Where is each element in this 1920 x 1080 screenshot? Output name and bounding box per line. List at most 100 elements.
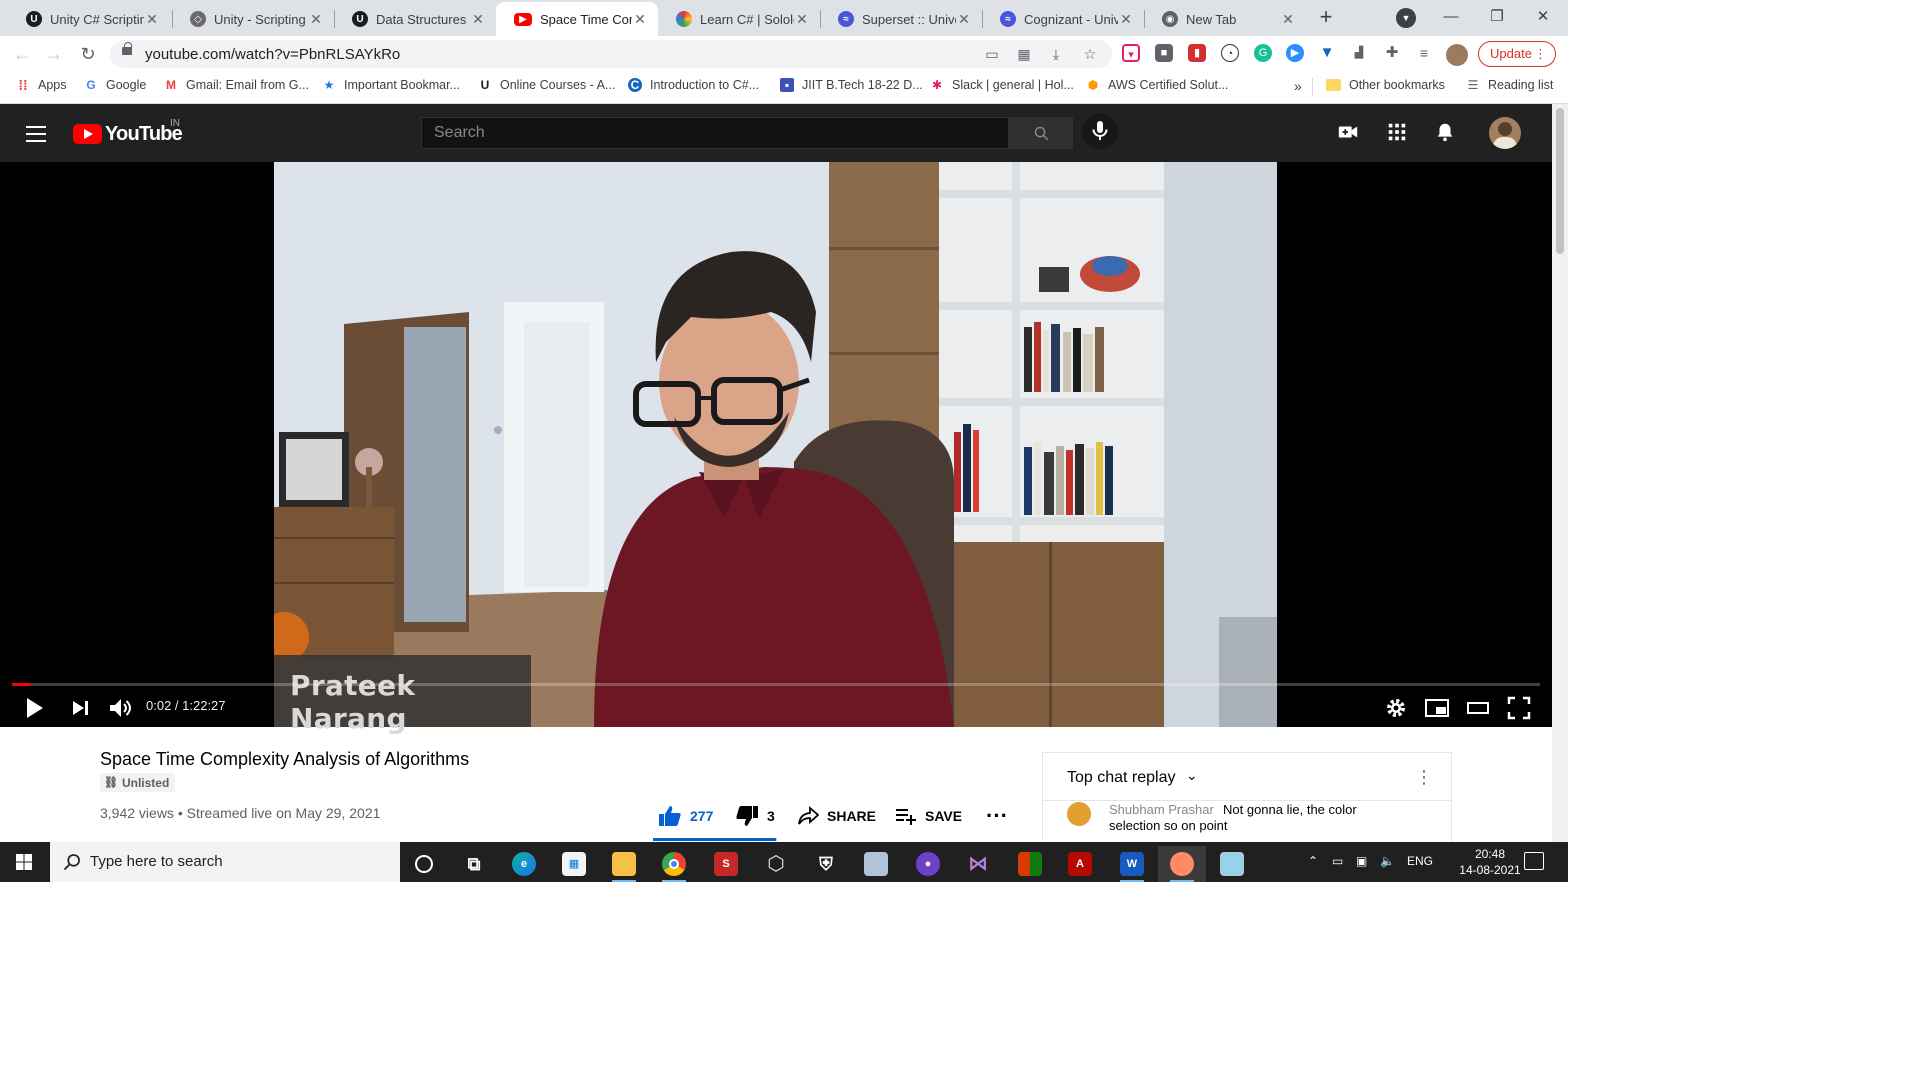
install-icon[interactable]: ⤓ <box>1048 46 1064 62</box>
taskbar-app-red[interactable]: S <box>702 846 750 882</box>
lock-icon[interactable] <box>122 42 132 55</box>
taskbar-visual-studio[interactable]: ⋈ <box>954 846 1002 882</box>
tab-data-structures[interactable]: U Data Structures & ✕ <box>334 2 496 36</box>
bookmark-intro-csharp[interactable]: C Introduction to C#... <box>628 78 759 92</box>
show-hidden-icons-icon[interactable]: ⌃ <box>1308 854 1318 868</box>
zoom-icon[interactable]: ▶ <box>1286 44 1304 62</box>
bookmark-gmail[interactable]: M Gmail: Email from G... <box>164 78 309 92</box>
reading-list[interactable]: ☰ Reading list <box>1466 78 1554 92</box>
other-bookmarks[interactable]: Other bookmarks <box>1326 78 1445 92</box>
taskbar-paint[interactable] <box>1158 846 1206 882</box>
media-control-icon[interactable]: ≡ <box>1415 44 1433 62</box>
vpn-extension-icon[interactable]: ▼ <box>1318 44 1336 62</box>
task-view-button[interactable]: ⧉ <box>450 846 498 882</box>
chevron-down-icon[interactable]: ⌄ <box>1186 767 1198 784</box>
taskbar-notepad[interactable] <box>1208 846 1256 882</box>
cast-icon[interactable]: ▭ <box>984 46 1000 62</box>
bookmark-star-icon[interactable]: ☆ <box>1082 46 1098 62</box>
settings-gear-icon[interactable] <box>1382 694 1410 722</box>
notifications-bell-icon[interactable] <box>1434 121 1456 143</box>
bookmark-jiit[interactable]: ▪ JIIT B.Tech 18-22 D... <box>780 78 923 92</box>
like-button[interactable]: 277 <box>658 805 713 827</box>
volume-icon[interactable] <box>106 694 134 722</box>
dislike-button[interactable]: 3 <box>735 805 775 827</box>
progress-bar[interactable] <box>12 683 1540 686</box>
reload-icon[interactable]: ↻ <box>74 40 102 68</box>
close-icon[interactable]: ✕ <box>794 11 810 28</box>
account-avatar[interactable] <box>1489 117 1521 149</box>
cortana-button[interactable] <box>400 846 448 882</box>
chart-extension-icon[interactable]: ▟ <box>1350 44 1368 62</box>
update-button[interactable]: Update ⋮ <box>1478 41 1556 67</box>
action-center-icon[interactable] <box>1524 852 1544 870</box>
close-icon[interactable]: ✕ <box>308 11 324 28</box>
video-frame[interactable] <box>274 162 1277 727</box>
tab-superset[interactable]: ≈ Superset :: Univer ✕ <box>820 2 982 36</box>
volume-icon[interactable]: 🔈 <box>1380 854 1395 868</box>
url-text[interactable]: youtube.com/watch?v=PbnRLSAYkRo <box>145 46 400 63</box>
play-icon[interactable] <box>20 694 48 722</box>
battery-icon[interactable]: ▭ <box>1332 854 1343 868</box>
forward-icon[interactable]: → <box>40 40 68 68</box>
tab-space-time-complexity[interactable]: ▶ Space Time Comp ✕ <box>496 2 658 36</box>
apps-icon[interactable] <box>1386 121 1408 143</box>
tab-search-icon[interactable]: ▼ <box>1396 8 1416 28</box>
close-icon[interactable]: ✕ <box>1280 11 1296 28</box>
share-button[interactable]: SHARE <box>797 805 876 827</box>
input-language[interactable]: ENG <box>1407 854 1433 868</box>
video-player[interactable]: Prateek Narang 0:02 / 1:22:27 <box>0 162 1552 735</box>
bookmark-extension-icon[interactable]: ▮ <box>1188 44 1206 62</box>
taskbar-chrome[interactable] <box>650 846 698 882</box>
address-bar[interactable]: youtube.com/watch?v=PbnRLSAYkRo ▭ ▦ ⤓ ☆ <box>110 40 1112 68</box>
tab-cognizant[interactable]: ≈ Cognizant - Unive ✕ <box>982 2 1144 36</box>
page-scrollbar[interactable] <box>1552 104 1568 842</box>
window-close-icon[interactable]: ✕ <box>1520 4 1566 30</box>
more-actions-icon[interactable]: ··· <box>986 805 1008 827</box>
taskbar-store[interactable]: ▦ <box>550 846 598 882</box>
taskbar-acrobat[interactable]: A <box>1056 846 1104 882</box>
minimize-icon[interactable]: — <box>1428 4 1474 30</box>
search-input[interactable] <box>422 118 1008 148</box>
taskbar-github-desktop[interactable]: ● <box>904 846 952 882</box>
tab-unity-scripting[interactable]: ◇ Unity - Scripting A ✕ <box>172 2 334 36</box>
bookmarks-overflow-button[interactable]: » <box>1294 78 1302 94</box>
taskbar-word[interactable]: W <box>1108 846 1156 882</box>
taskbar-security[interactable]: ⛨ <box>802 846 850 882</box>
bookmark-google[interactable]: G Google <box>84 78 146 92</box>
close-icon[interactable]: ✕ <box>956 11 972 28</box>
start-button[interactable] <box>0 842 48 882</box>
chat-mode-selector[interactable]: Top chat replay <box>1067 769 1176 787</box>
puzzle-icon[interactable]: ✚ <box>1383 44 1401 62</box>
taskbar-search-box[interactable]: Type here to search <box>50 842 400 882</box>
tab-new-tab[interactable]: ◉ New Tab ✕ <box>1144 2 1306 36</box>
menu-icon[interactable] <box>26 126 46 142</box>
bookmark-important[interactable]: ★ Important Bookmar... <box>322 78 460 92</box>
tab-groups-icon[interactable]: ▦ <box>1016 46 1032 62</box>
pocket-extension-icon[interactable]: ▾ <box>1122 44 1140 62</box>
speed-extension-icon[interactable]: ◔ <box>1221 44 1239 62</box>
extension-icon[interactable]: ■ <box>1155 44 1173 62</box>
taskbar-office[interactable] <box>1006 846 1054 882</box>
tab-learn-csharp-sololearn[interactable]: Learn C# | Sololea ✕ <box>658 2 820 36</box>
bookmark-aws[interactable]: ⬢ AWS Certified Solut... <box>1086 78 1229 92</box>
profile-avatar[interactable] <box>1446 44 1468 66</box>
grammarly-icon[interactable]: G <box>1254 44 1272 62</box>
close-icon[interactable]: ✕ <box>144 11 160 28</box>
back-icon[interactable]: ← <box>8 40 36 68</box>
youtube-logo[interactable]: YouTube <box>73 123 183 145</box>
tab-unity-csharp-scripting[interactable]: U Unity C# Scripting ✕ <box>8 2 170 36</box>
scrollbar-thumb[interactable] <box>1556 108 1564 254</box>
restore-icon[interactable]: ❐ <box>1474 4 1520 30</box>
next-icon[interactable] <box>66 694 94 722</box>
bookmark-online-courses[interactable]: U Online Courses - A... <box>478 78 616 92</box>
bookmark-apps[interactable]: ⁞⁞ Apps <box>16 78 66 92</box>
taskbar-file-explorer[interactable] <box>600 846 648 882</box>
close-icon[interactable]: ✕ <box>470 11 486 28</box>
create-video-icon[interactable] <box>1337 121 1359 143</box>
more-vert-icon[interactable]: ⋮ <box>1415 767 1433 788</box>
taskbar-unity[interactable]: ⬡ <box>752 846 800 882</box>
fullscreen-icon[interactable] <box>1505 694 1533 722</box>
save-button[interactable]: SAVE <box>895 805 962 827</box>
taskbar-app-blue[interactable] <box>852 846 900 882</box>
search-button[interactable] <box>1008 117 1073 149</box>
